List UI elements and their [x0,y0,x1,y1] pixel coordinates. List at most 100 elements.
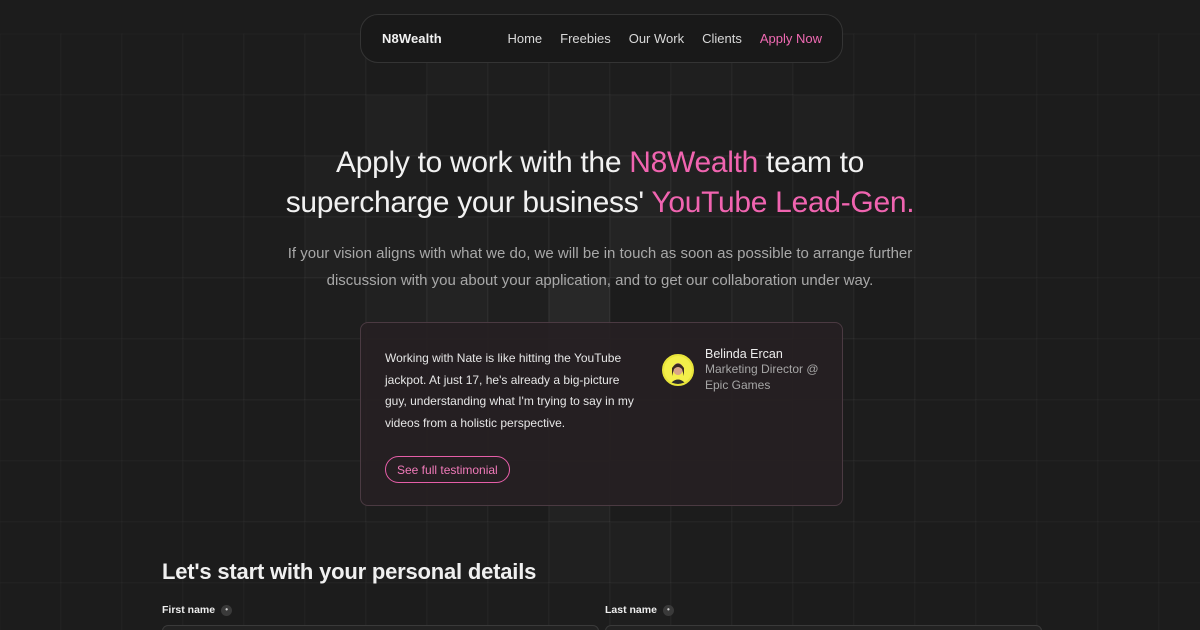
checker-tile [61,400,122,461]
checker-tile [854,583,915,630]
checker-tile [122,156,183,217]
checker-tile [1098,522,1159,583]
checker-tile [427,583,488,630]
checker-tile [549,522,610,583]
checker-tile [0,339,61,400]
checker-tile [1037,583,1098,630]
checker-tile [305,34,366,95]
checker-tile [1037,34,1098,95]
person-icon [664,356,692,384]
checker-tile [183,400,244,461]
checker-tile [915,522,976,583]
checker-tile [549,583,610,630]
last-name-field[interactable] [605,625,1042,630]
checker-background [0,0,1200,630]
checker-tile [1098,34,1159,95]
checker-tile [976,278,1037,339]
checker-tile [1098,461,1159,522]
avatar [662,354,694,386]
checker-tile [1098,217,1159,278]
checker-tile [0,278,61,339]
testimonial-card: Working with Nate is like hitting the Yo… [360,322,843,506]
checker-tile [1159,522,1200,583]
section-title: Let's start with your personal details [162,559,537,584]
hero-title: Apply to work with the N8Wealth team to … [200,143,1000,223]
checker-tile [976,400,1037,461]
hero-highlight-youtube: YouTube Lead-Gen. [651,186,915,219]
checker-tile [793,522,854,583]
testimonial-author-role: Marketing Director @ Epic Games [705,362,819,392]
first-name-label: First name • [162,604,233,616]
checker-tile [1037,339,1098,400]
checker-tile [61,461,122,522]
hero-highlight-brand: N8Wealth [629,146,759,179]
nav-clients[interactable]: Clients [702,31,742,46]
checker-tile [305,461,366,522]
checker-tile [976,461,1037,522]
nav-our-work[interactable]: Our Work [629,31,684,46]
checker-tile [122,34,183,95]
checker-tile [1037,278,1098,339]
last-name-label-text: Last name [605,604,657,616]
checker-tile [304,338,367,401]
checker-tile [0,400,61,461]
checker-tile [1098,400,1159,461]
checker-tile [0,461,61,522]
checker-tile [366,583,427,630]
checker-tile [0,583,61,630]
checker-tile [61,156,122,217]
nav-home[interactable]: Home [507,31,542,46]
checker-tile [122,339,183,400]
checker-tile [244,461,305,522]
checker-tile [0,34,61,95]
checker-tile [183,34,244,95]
checker-tile [61,95,122,156]
checker-tile [915,339,976,400]
checker-tile [1037,461,1098,522]
checker-tile [854,34,915,95]
see-full-testimonial-button[interactable]: See full testimonial [385,456,510,483]
checker-tile [1159,583,1200,630]
required-marker: • [662,604,674,616]
checker-tile [0,156,61,217]
checker-tile [854,461,915,522]
checker-tile [915,400,976,461]
checker-tile [1098,156,1159,217]
checker-tile [671,522,732,583]
checker-tile [1159,461,1200,522]
nav-freebies[interactable]: Freebies [560,31,611,46]
page: N8Wealth Home Freebies Our Work Clients … [0,0,1200,630]
checker-tile [0,522,61,583]
checker-tile [976,522,1037,583]
checker-tile [305,583,366,630]
checker-tile [122,278,183,339]
brand-logo[interactable]: N8Wealth [382,31,442,46]
checker-tile [1159,400,1200,461]
hero-title-text: supercharge your business' [285,186,652,219]
navbar: N8Wealth Home Freebies Our Work Clients … [360,14,843,63]
checker-tile [244,339,305,400]
checker-tile [122,217,183,278]
checker-tile [183,278,244,339]
checker-tile [915,583,976,630]
first-name-field[interactable] [162,625,599,630]
checker-tile [0,217,61,278]
checker-tile [244,583,305,630]
hero-subtitle: If your vision aligns with what we do, w… [287,245,913,289]
checker-tile [61,583,122,630]
checker-tile [122,400,183,461]
checker-tile [244,400,305,461]
checker-tile [1098,583,1159,630]
nav-apply-now[interactable]: Apply Now [760,31,822,46]
checker-tile [61,217,122,278]
checker-tile [1037,522,1098,583]
checker-tile [1098,278,1159,339]
checker-tile [854,339,915,400]
checker-tile [793,583,854,630]
testimonial-quote: Working with Nate is like hitting the Yo… [385,351,634,430]
checker-tile [976,339,1037,400]
checker-tile [61,278,122,339]
checker-tile [122,95,183,156]
checker-tile [732,583,793,630]
checker-tile [854,522,915,583]
